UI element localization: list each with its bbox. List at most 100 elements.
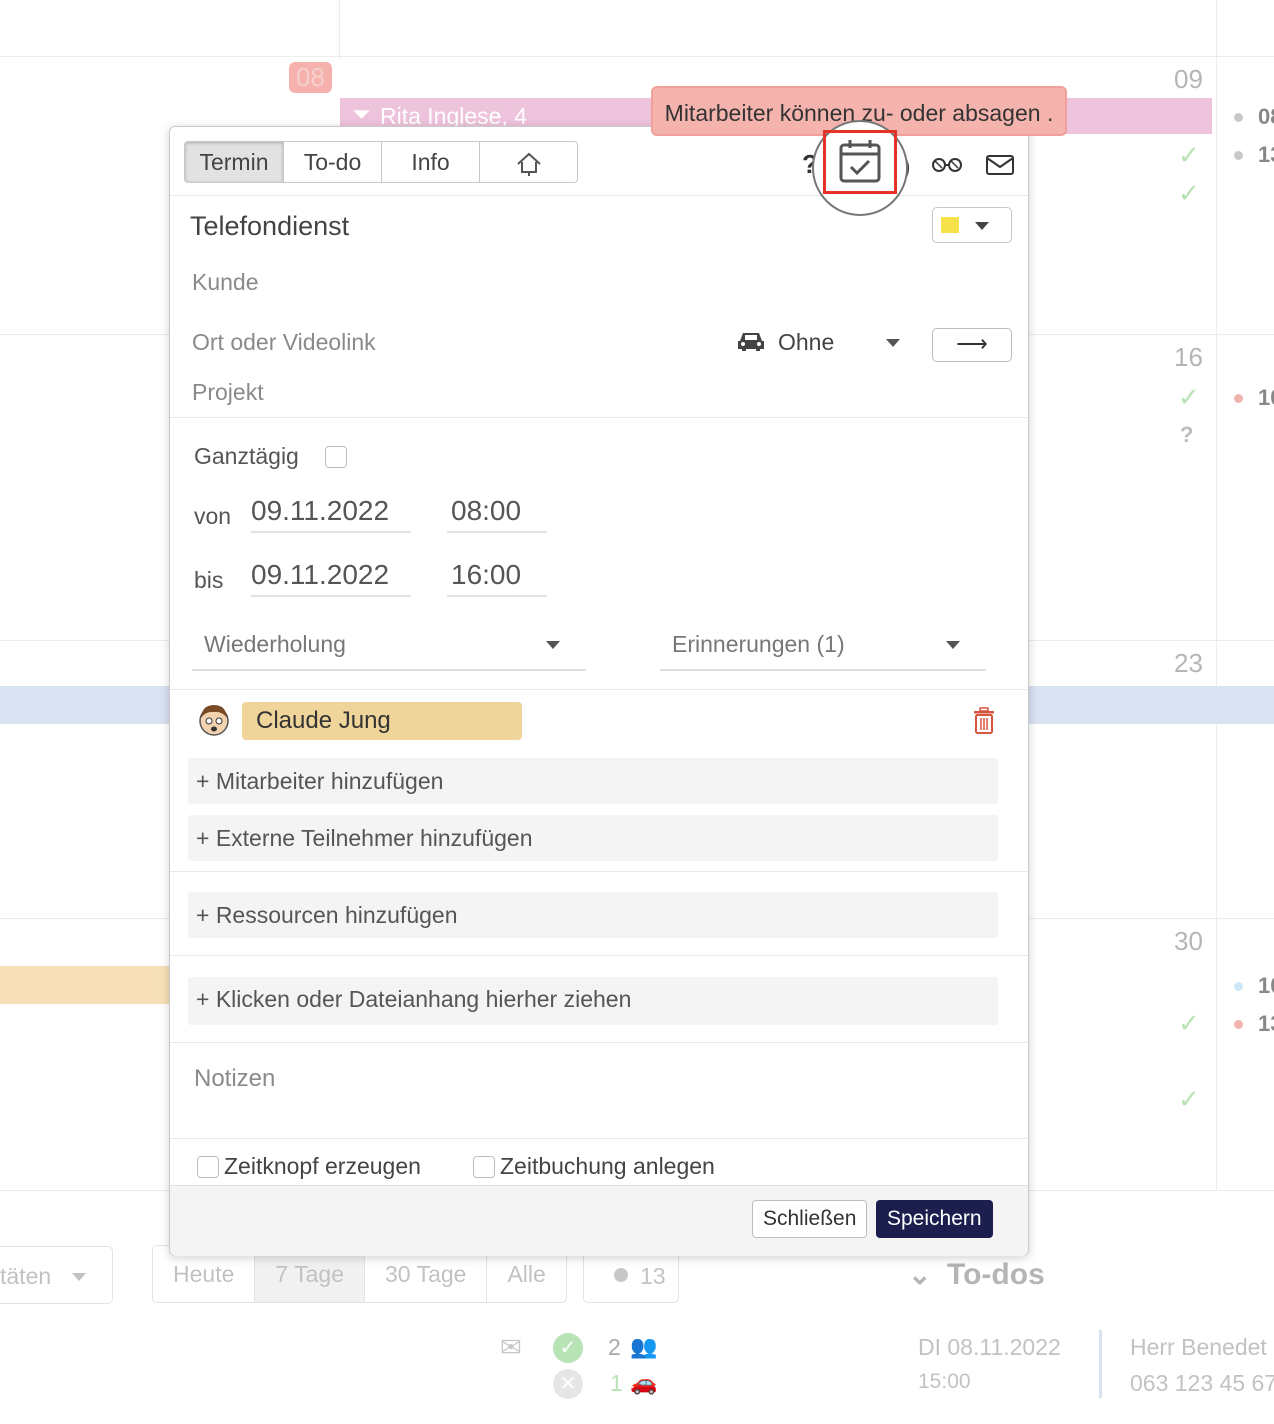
project-input[interactable]: Projekt [192,379,264,406]
dialog-footer: Schließen Speichern [170,1185,1028,1256]
caret-down-icon [975,222,989,230]
filter-icon: ⏷ [352,101,371,127]
cars-count: 1 [610,1370,623,1396]
repeat-label: Wiederholung [204,631,346,657]
tab-termin[interactable]: Termin [185,142,284,182]
filter-dropdown-label: täten [0,1263,52,1289]
trash-icon[interactable] [972,707,996,740]
todo-time: 15:00 [918,1370,971,1393]
day-number[interactable]: 09 [1174,64,1203,95]
count-value: 13 [640,1263,666,1289]
from-date-input[interactable]: 09.11.2022 [251,495,411,533]
add-resources-button[interactable]: + Ressourcen hinzufügen [188,892,998,938]
event-bar[interactable] [0,966,170,1004]
todos-title[interactable]: To-dos [947,1258,1045,1292]
side-time: 13 [1258,142,1274,167]
add-employee-button[interactable]: + Mitarbeiter hinzufügen [188,758,998,804]
day-number-today[interactable]: 08 [289,62,332,93]
reminders-select[interactable]: Erinnerungen (1) [660,631,986,671]
title-input[interactable]: Telefondienst [190,211,349,242]
to-label: bis [194,567,224,593]
check-icon: ✓ [1178,178,1200,208]
from-label: von [194,503,232,529]
people-icon: 👥 [630,1334,658,1359]
check-icon: ✓ [1178,1008,1200,1038]
location-input[interactable]: Ort oder Videolink [192,329,376,356]
mail-icon: ✉ [500,1332,522,1362]
separator [170,689,1028,690]
repeat-select[interactable]: Wiederholung [192,631,586,671]
status-dot [1234,113,1243,122]
add-external-button[interactable]: + Externe Teilnehmer hinzufügen [188,815,998,861]
separator [170,1042,1028,1043]
glasses-icon[interactable] [930,153,964,178]
notes-input[interactable]: Notizen [194,1065,275,1093]
grid-line [1216,0,1217,1190]
allday-checkbox[interactable] [325,446,347,468]
time-button-checkbox[interactable] [197,1156,219,1178]
side-time: 08 [1258,104,1274,129]
allday-label: Ganztägig [194,443,299,469]
side-time: 10 [1258,385,1274,410]
event-bar[interactable] [1027,686,1274,724]
side-time: 10 [1258,973,1274,998]
arrow-right-icon: ⟶ [956,331,988,356]
navigate-button[interactable]: ⟶ [932,328,1012,362]
accepted-icon: ✓ [553,1333,583,1363]
day-number[interactable]: 16 [1174,342,1203,373]
chevron-down-icon[interactable]: ⌄ [908,1258,931,1291]
mail-icon[interactable] [985,153,1015,182]
car-icon [736,329,766,358]
dialog-tabs: Termin To-do Info [184,141,578,183]
day-number[interactable]: 23 [1174,648,1203,679]
status-dot [1234,1020,1243,1029]
car-icon: 🚗 [630,1370,658,1395]
question-icon: ? [1180,422,1194,447]
caret-down-icon[interactable] [886,339,900,347]
time-button-label: Zeitknopf erzeugen [224,1153,421,1179]
highlight-box [823,130,897,194]
event-bar[interactable] [0,686,170,724]
appointment-dialog: Termin To-do Info ? ) Telefondienst [169,126,1029,1256]
to-date-input[interactable]: 09.11.2022 [251,559,411,597]
check-icon: ✓ [1178,382,1200,412]
separator [170,871,1028,872]
caret-down-icon [546,641,560,649]
contact-phone: 063 123 45 67 [1130,1370,1274,1396]
save-button[interactable]: Speichern [876,1200,993,1238]
status-dot [1234,394,1243,403]
attachment-dropzone[interactable]: + Klicken oder Dateianhang hierher ziehe… [188,977,998,1025]
contact-name: Herr Benedet [1130,1334,1267,1360]
filter-dropdown[interactable]: täten [0,1246,113,1304]
declined-icon: ✕ [553,1369,583,1399]
time-booking-checkbox[interactable] [473,1156,495,1178]
transport-select[interactable]: Ohne [778,329,834,356]
customer-input[interactable]: Kunde [192,269,259,296]
separator [170,1138,1028,1139]
color-swatch [941,217,959,233]
participant-chip[interactable]: Claude Jung [242,702,522,740]
to-time-input[interactable]: 16:00 [447,559,547,597]
tab-info[interactable]: Info [382,142,480,182]
time-booking-label: Zeitbuchung anlegen [500,1153,715,1179]
avatar [196,702,232,743]
status-dot [1234,982,1243,991]
close-button[interactable]: Schließen [752,1200,868,1238]
reminders-label: Erinnerungen (1) [672,631,845,657]
grid-line [0,56,1274,57]
side-time: 13 [1258,1011,1274,1036]
check-icon: ✓ [1178,1084,1200,1114]
divider [1099,1330,1102,1398]
tab-home[interactable] [480,142,577,182]
check-icon: ✓ [1178,140,1200,170]
tab-todo[interactable]: To-do [284,142,382,182]
home-icon [516,152,541,176]
color-select[interactable] [932,207,1012,243]
day-number[interactable]: 30 [1174,926,1203,957]
todo-date: DI 08.11.2022 [918,1334,1061,1360]
dot-icon [614,1268,628,1282]
caret-down-icon [946,641,960,649]
from-time-input[interactable]: 08:00 [447,495,547,533]
separator [170,955,1028,956]
separator [170,417,1028,418]
